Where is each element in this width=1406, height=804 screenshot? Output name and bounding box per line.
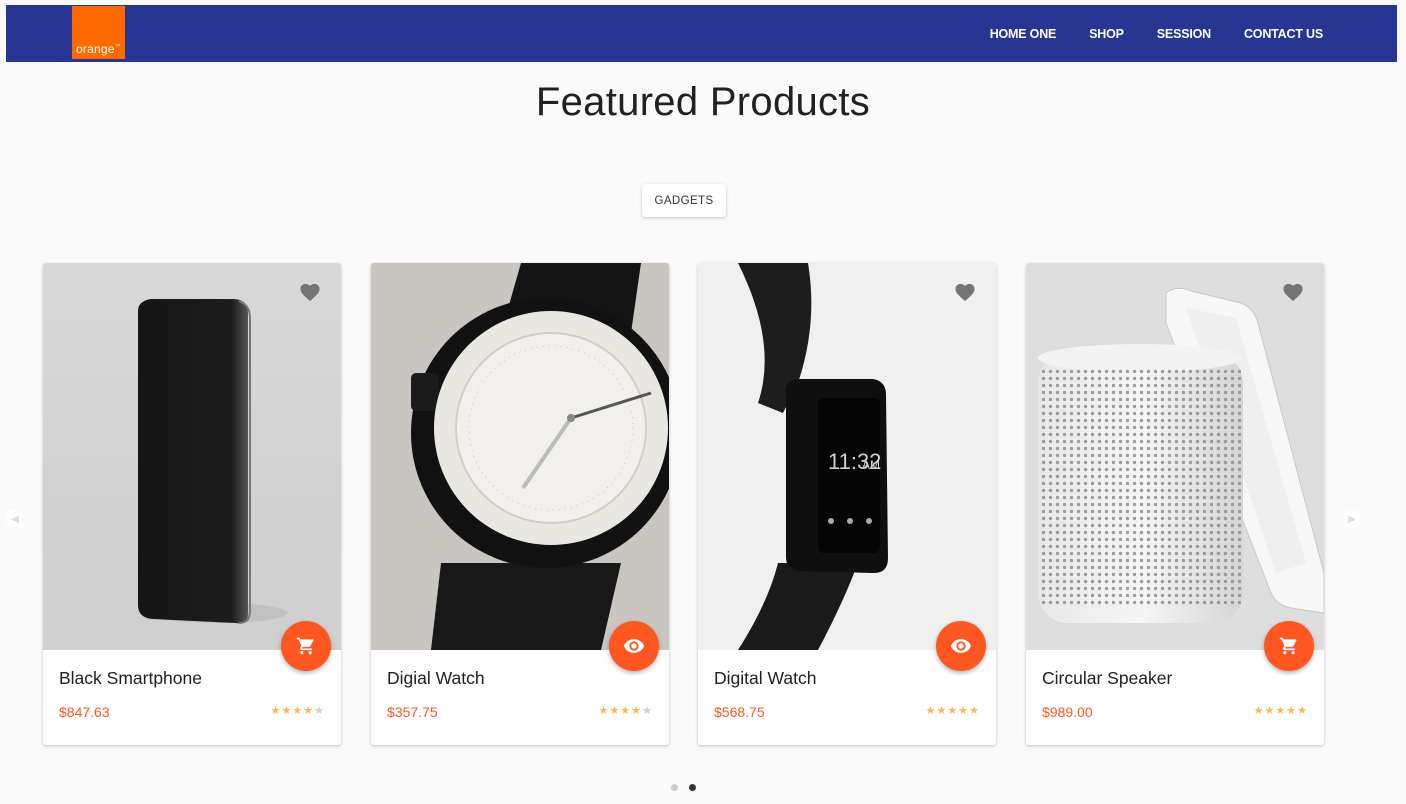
- eye-icon: [623, 639, 645, 653]
- star-filled-icon: ★: [969, 705, 980, 717]
- carousel-dot-1[interactable]: [671, 784, 678, 791]
- star-filled-icon: ★: [270, 705, 282, 717]
- star-filled-icon: ★: [947, 705, 959, 717]
- brand-logo[interactable]: orange™: [72, 6, 125, 59]
- star-filled-icon: ★: [609, 705, 621, 717]
- star-filled-icon: ★: [1253, 705, 1265, 717]
- product-name[interactable]: Digital Watch: [714, 668, 816, 689]
- star-filled-icon: ★: [925, 705, 937, 717]
- cart-icon: [1279, 637, 1297, 655]
- star-filled-icon: ★: [1286, 705, 1298, 717]
- carousel-next-button[interactable]: ▶: [1343, 510, 1361, 528]
- product-price: $989.00: [1042, 704, 1093, 720]
- product-image-watch[interactable]: [371, 263, 669, 650]
- quick-view-button[interactable]: [609, 621, 659, 671]
- star-filled-icon: ★: [281, 705, 293, 717]
- product-rating: ★★★★★: [271, 704, 325, 717]
- product-card[interactable]: 11:32 AM Digital Watch $568.75 ★★★★★: [698, 263, 996, 745]
- cart-icon: [296, 637, 314, 655]
- add-to-cart-button[interactable]: [281, 621, 331, 671]
- product-card[interactable]: Digial Watch $357.75 ★★★★★: [371, 263, 669, 745]
- star-filled-icon: ★: [620, 705, 632, 717]
- carousel-dot-2[interactable]: [689, 784, 696, 791]
- carousel-prev-button[interactable]: ◀: [6, 510, 24, 528]
- navbar: orange™ HOME ONE SHOP SESSION CONTACT US: [6, 5, 1397, 62]
- page-title: Featured Products: [535, 80, 871, 124]
- logo-trademark: ™: [114, 44, 121, 50]
- quick-view-button[interactable]: [936, 621, 986, 671]
- product-image-speaker[interactable]: [1026, 263, 1324, 650]
- carousel-pagination: [671, 784, 696, 791]
- nav-shop[interactable]: SHOP: [1089, 27, 1124, 41]
- star-filled-icon: ★: [958, 705, 970, 717]
- product-name[interactable]: Circular Speaker: [1042, 668, 1172, 689]
- svg-text:AM: AM: [862, 458, 880, 472]
- star-filled-icon: ★: [303, 705, 315, 717]
- product-price: $357.75: [387, 704, 438, 720]
- star-filled-icon: ★: [631, 705, 643, 717]
- star-filled-icon: ★: [1275, 705, 1287, 717]
- product-name[interactable]: Digial Watch: [387, 668, 485, 689]
- product-rating: ★★★★★: [1254, 704, 1308, 717]
- nav-links: HOME ONE SHOP SESSION CONTACT US: [990, 5, 1323, 62]
- star-filled-icon: ★: [292, 705, 304, 717]
- star-filled-icon: ★: [936, 705, 948, 717]
- product-card[interactable]: Circular Speaker $989.00 ★★★★★: [1026, 263, 1324, 745]
- nav-contact-us[interactable]: CONTACT US: [1244, 27, 1323, 41]
- chevron-left-icon: ◀: [11, 513, 19, 525]
- product-rating: ★★★★★: [926, 704, 980, 717]
- star-filled-icon: ★: [598, 705, 610, 717]
- filter-gadgets-button[interactable]: GADGETS: [642, 184, 726, 217]
- eye-icon: [950, 639, 972, 653]
- nav-home-one[interactable]: HOME ONE: [990, 27, 1057, 41]
- star-filled-icon: ★: [1297, 705, 1308, 717]
- star-empty-icon: ★: [314, 705, 325, 717]
- heart-icon[interactable]: [1282, 282, 1304, 302]
- star-filled-icon: ★: [1264, 705, 1276, 717]
- product-price: $568.75: [714, 704, 765, 720]
- product-price: $847.63: [59, 704, 110, 720]
- product-rating: ★★★★★: [599, 704, 653, 717]
- heart-icon[interactable]: [299, 282, 321, 302]
- logo-word: orange: [76, 42, 115, 56]
- product-card[interactable]: Black Smartphone $847.63 ★★★★★: [43, 263, 341, 745]
- nav-session[interactable]: SESSION: [1157, 27, 1211, 41]
- add-to-cart-button[interactable]: [1264, 621, 1314, 671]
- chevron-right-icon: ▶: [1348, 513, 1356, 525]
- heart-icon[interactable]: [954, 282, 976, 302]
- logo-text: orange™: [76, 42, 121, 56]
- star-empty-icon: ★: [642, 705, 653, 717]
- product-name[interactable]: Black Smartphone: [59, 668, 202, 689]
- product-image-smartwatch[interactable]: 11:32 AM: [698, 263, 996, 650]
- product-image-smartphone[interactable]: [43, 263, 341, 650]
